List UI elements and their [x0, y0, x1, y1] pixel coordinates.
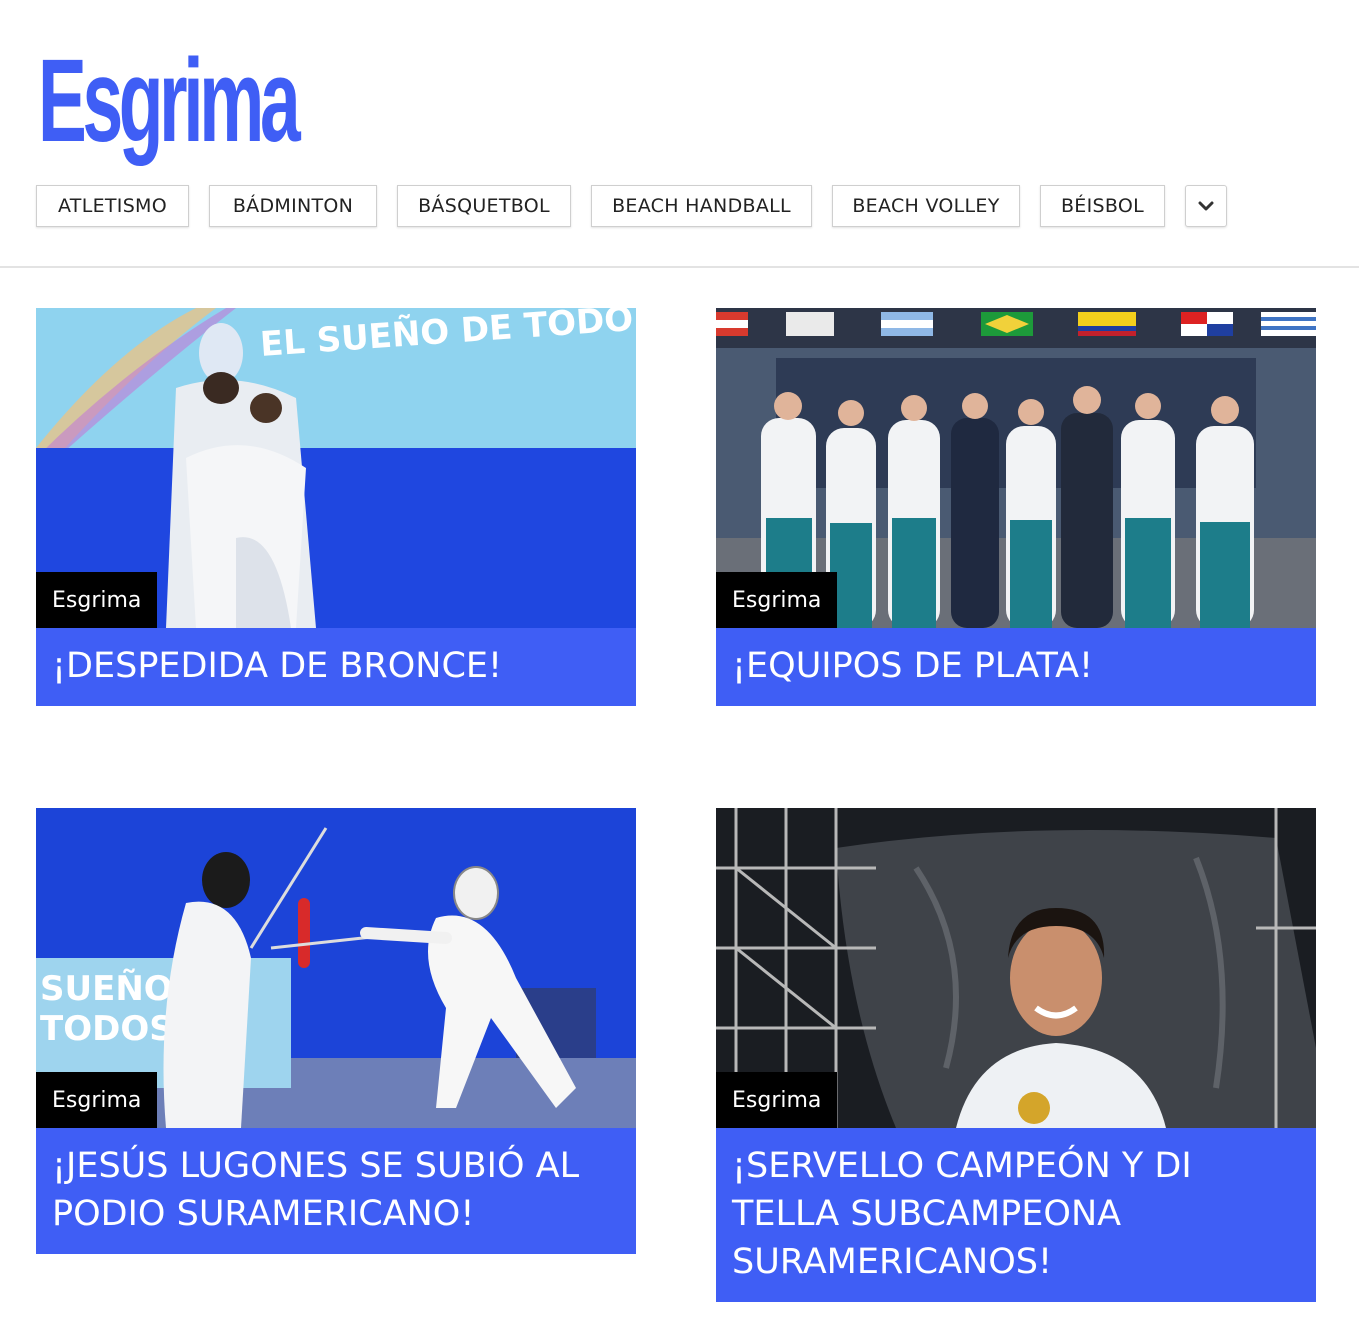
- category-label[interactable]: Esgrima: [36, 572, 158, 628]
- article-card[interactable]: Esgrima ¡EQUIPOS DE PLATA!: [716, 308, 1316, 706]
- article-card[interactable]: EL SUEÑO DE TODO Esgrima ¡DESPEDIDA DE B…: [36, 308, 636, 706]
- article-headline[interactable]: ¡SERVELLO CAMPEÓN Y DI TELLA SUBCAMPEONA…: [716, 1128, 1316, 1302]
- nav-item-basquetbol[interactable]: BÁSQUETBOL: [397, 185, 571, 227]
- banner-text: TODOS: [40, 1009, 174, 1049]
- article-card[interactable]: SUEÑO TODOS Esgrima ¡JESÚS LUGONES SE SU…: [36, 808, 636, 1254]
- page-title: Esgrima: [38, 35, 301, 167]
- nav-item-atletismo[interactable]: ATLETISMO: [36, 185, 189, 227]
- banner-text: SUEÑO: [40, 968, 173, 1009]
- article-image[interactable]: EL SUEÑO DE TODO Esgrima: [36, 308, 636, 628]
- category-label[interactable]: Esgrima: [716, 572, 838, 628]
- article-image[interactable]: Esgrima: [716, 808, 1316, 1128]
- article-image[interactable]: Esgrima: [716, 308, 1316, 628]
- nav-more-button[interactable]: [1185, 185, 1227, 227]
- header-divider: [0, 266, 1359, 268]
- category-label[interactable]: Esgrima: [716, 1072, 838, 1128]
- nav-item-beach-volley[interactable]: BEACH VOLLEY: [832, 185, 1020, 227]
- nav-item-beach-handball[interactable]: BEACH HANDBALL: [591, 185, 812, 227]
- nav-item-beisbol[interactable]: BÉISBOL: [1040, 185, 1165, 227]
- article-headline[interactable]: ¡EQUIPOS DE PLATA!: [716, 628, 1316, 706]
- article-image[interactable]: SUEÑO TODOS Esgrima: [36, 808, 636, 1128]
- article-card[interactable]: Esgrima ¡SERVELLO CAMPEÓN Y DI TELLA SUB…: [716, 808, 1316, 1302]
- chevron-down-icon: [1198, 201, 1214, 211]
- category-label[interactable]: Esgrima: [36, 1072, 158, 1128]
- article-headline[interactable]: ¡DESPEDIDA DE BRONCE!: [36, 628, 636, 706]
- nav-item-badminton[interactable]: BÁDMINTON: [209, 185, 377, 227]
- article-headline[interactable]: ¡JESÚS LUGONES SE SUBIÓ AL PODIO SURAMER…: [36, 1128, 636, 1254]
